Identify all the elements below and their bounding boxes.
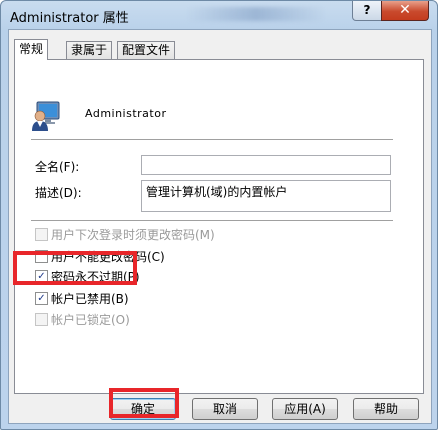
tab-profile[interactable]: 配置文件	[117, 41, 176, 59]
tab-member-of[interactable]: 隶属于	[66, 41, 113, 59]
highlight-account-disabled	[13, 251, 137, 285]
checkbox-account-locked[interactable]	[35, 313, 48, 326]
user-name: Administrator	[85, 107, 167, 120]
highlight-ok-button	[109, 388, 179, 418]
checkbox-account-disabled[interactable]	[35, 292, 48, 305]
check-account-disabled[interactable]: 帐户已禁用(B)	[35, 290, 129, 306]
full-name-label: 全名(F):	[35, 160, 80, 174]
description-label: 描述(D):	[35, 186, 82, 200]
description-input[interactable]: 管理计算机(域)的内置帐户	[141, 180, 391, 212]
window-title: Administrator 属性	[10, 11, 129, 26]
separator-middle	[31, 220, 393, 221]
help-button[interactable]: 帮助	[353, 398, 419, 420]
help-title-button[interactable]: ?	[352, 1, 382, 21]
title-bar[interactable]: Administrator 属性 ? ✕	[1, 1, 437, 29]
check-label: 用户下次登录时须更改密码(M)	[51, 228, 215, 242]
dialog-body: 常规 隶属于 配置文件 Administrator 全名(F): 描述(D): …	[8, 29, 432, 424]
check-label: 帐户已锁定(O)	[51, 313, 130, 327]
tab-general[interactable]: 常规	[14, 39, 49, 60]
separator-top	[31, 139, 393, 140]
check-label: 帐户已禁用(B)	[51, 292, 129, 306]
full-name-input[interactable]	[141, 155, 391, 175]
properties-window: Administrator 属性 ? ✕ 常规 隶属于 配置文件 Adminis…	[0, 0, 438, 430]
check-must-change-password[interactable]: 用户下次登录时须更改密码(M)	[35, 226, 215, 242]
apply-button[interactable]: 应用(A)	[272, 398, 338, 420]
checkbox-must-change[interactable]	[35, 228, 48, 241]
title-blur-region	[186, 7, 326, 21]
general-tab-panel: Administrator 全名(F): 描述(D): 管理计算机(域)的内置帐…	[14, 59, 424, 394]
user-monitor-icon	[32, 101, 60, 131]
cancel-button[interactable]: 取消	[192, 398, 258, 420]
close-button[interactable]: ✕	[381, 1, 429, 21]
check-account-locked[interactable]: 帐户已锁定(O)	[35, 311, 130, 327]
